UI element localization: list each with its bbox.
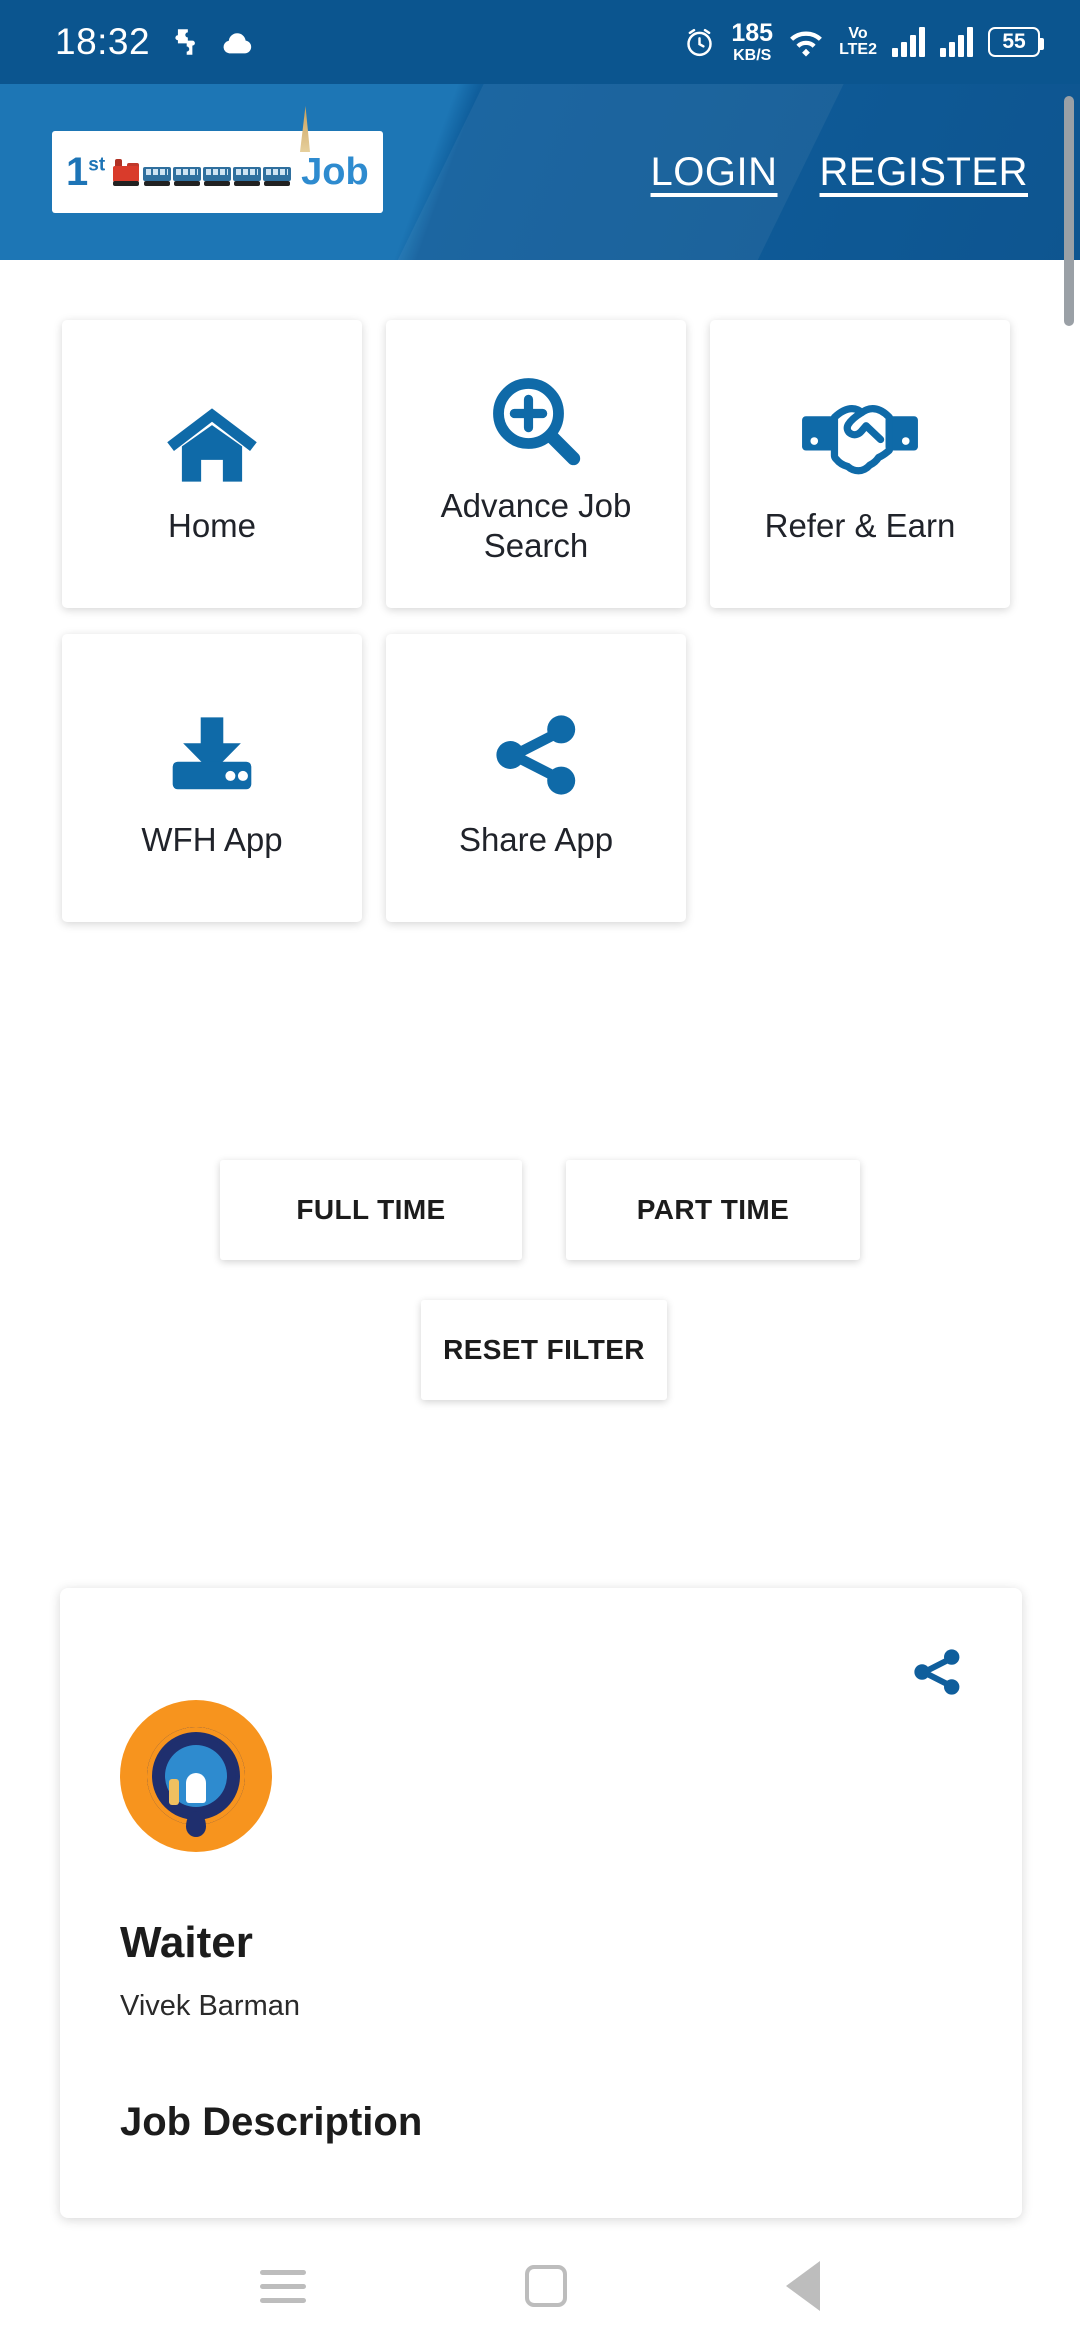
cloud-icon (223, 33, 252, 54)
menu-tile-label: Advance Job Search (440, 486, 632, 564)
menu-tile-advance-job-search[interactable]: Advance Job Search (386, 320, 686, 608)
network-speed-value: 185 (731, 18, 774, 47)
puzzle-icon (175, 29, 196, 55)
logo-suffix: Job (301, 151, 369, 193)
volte-icon: Vo LTE2 (839, 26, 877, 58)
menu-row-1: Home Advance Job Search Refer & Earn (62, 320, 1018, 608)
app-header: 1st Job LOGIN REGISTER (0, 84, 1080, 260)
status-bar: 18:32 185 KB/S Vo LTE2 55 (0, 0, 1080, 84)
logo-prefix: 1st (66, 150, 106, 194)
part-time-filter-button[interactable]: PART TIME (566, 1160, 860, 1260)
home-square-icon[interactable] (524, 2265, 567, 2307)
job-filters: FULL TIME PART TIME RESET FILTER (0, 1160, 1080, 1400)
app-logo[interactable]: 1st Job (52, 131, 383, 213)
back-triangle-icon[interactable] (786, 2261, 821, 2311)
filter-row-primary: FULL TIME PART TIME (0, 1160, 1080, 1260)
login-link[interactable]: LOGIN (651, 150, 778, 195)
menu-tile-home[interactable]: Home (62, 320, 362, 608)
job-title: Waiter (120, 1918, 253, 1967)
menu-row-2: WFH App Share App (62, 634, 1018, 922)
alarm-icon (687, 28, 713, 56)
status-bar-right: 185 KB/S Vo LTE2 55 (683, 18, 1044, 64)
menu-tile-label: Home (167, 506, 257, 544)
register-link[interactable]: REGISTER (820, 150, 1028, 195)
header-accent-mark (300, 106, 310, 152)
train-icon (111, 158, 292, 186)
reset-filter-button[interactable]: RESET FILTER (421, 1300, 667, 1400)
handshake-icon (799, 382, 921, 500)
company-emblem-icon (120, 1700, 272, 1852)
recents-icon[interactable] (259, 2269, 306, 2303)
battery-level: 55 (1002, 30, 1026, 53)
auth-links: LOGIN REGISTER (651, 150, 1046, 195)
job-card[interactable]: Waiter Vivek Barman Job Description (60, 1588, 1022, 2218)
menu-tile-label: WFH App (141, 820, 283, 858)
status-bar-left: 18:32 (55, 21, 254, 63)
volte-line-2: LTE2 (839, 41, 877, 58)
network-speed: 185 KB/S (731, 18, 774, 64)
home-icon (160, 382, 264, 500)
signal-bars-sim2 (940, 27, 973, 57)
page-scrollbar[interactable] (1064, 96, 1074, 326)
share-icon[interactable] (908, 1644, 966, 1705)
share-icon (487, 696, 585, 814)
status-time: 18:32 (55, 21, 151, 62)
network-speed-unit: KB/S (733, 46, 772, 64)
menu-tile-share-app[interactable]: Share App (386, 634, 686, 922)
job-description-heading: Job Description (120, 2100, 423, 2144)
signal-bars-sim1 (892, 27, 925, 57)
job-posted-by: Vivek Barman (120, 1990, 300, 2022)
menu-grid: Home Advance Job Search Refer & Earn WFH… (0, 320, 1080, 948)
menu-tile-wfh-app[interactable]: WFH App (62, 634, 362, 922)
system-nav-bar (0, 2232, 1080, 2340)
filter-row-secondary: RESET FILTER (0, 1300, 1080, 1400)
download-icon (161, 696, 263, 814)
battery-icon: 55 (988, 27, 1044, 57)
menu-tile-label: Refer & Earn (764, 506, 956, 544)
wifi-icon (790, 31, 822, 57)
full-time-filter-button[interactable]: FULL TIME (220, 1160, 522, 1260)
volte-line-1: Vo (848, 25, 868, 42)
menu-tile-refer-and-earn[interactable]: Refer & Earn (710, 320, 1010, 608)
app-screen: 18:32 185 KB/S Vo LTE2 55 1st Job LOGIN … (0, 0, 1080, 2340)
search-plus-icon (486, 362, 586, 480)
menu-tile-label: Share App (458, 820, 614, 858)
